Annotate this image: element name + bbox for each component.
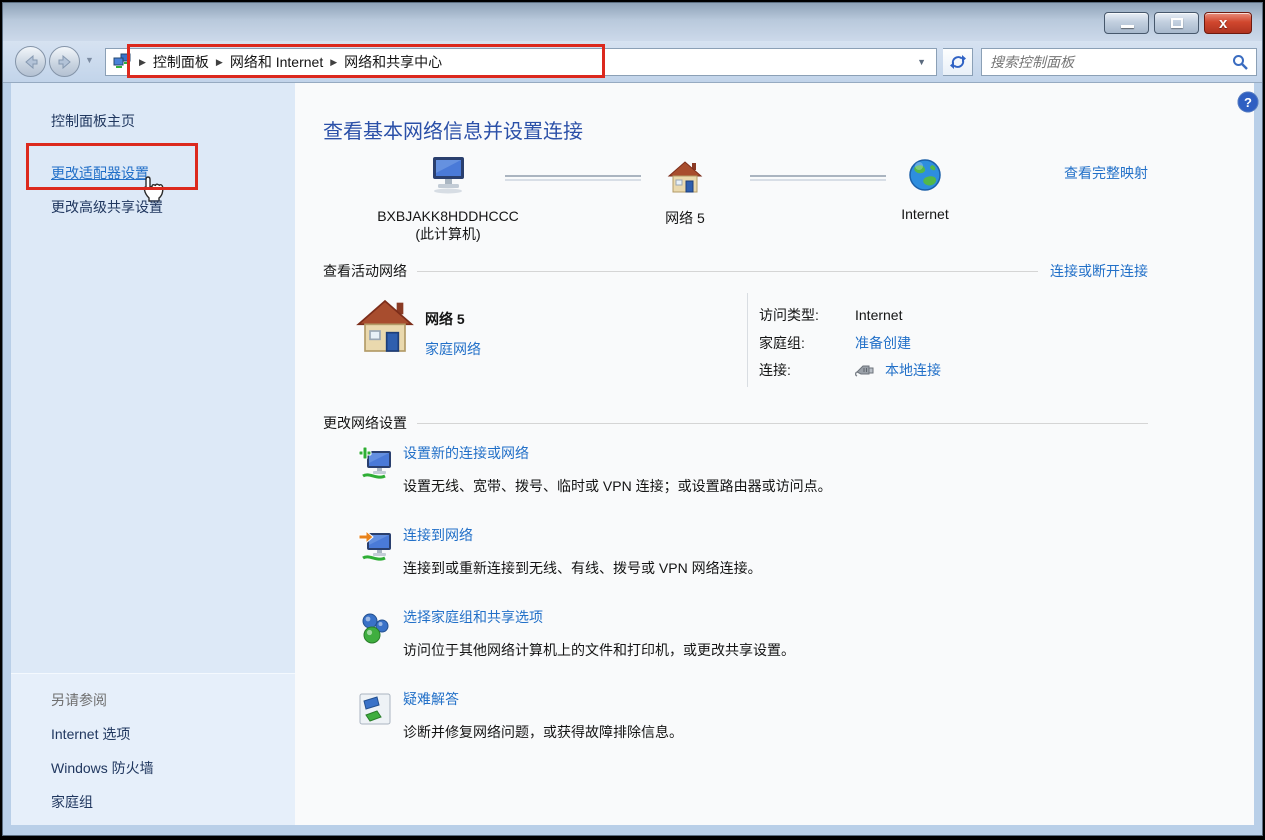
change-settings-caption: 更改网络设置 [323, 413, 407, 433]
sidebar: 控制面板主页 更改适配器设置 更改高级共享设置 另请参阅 Internet 选项… [11, 83, 295, 825]
active-network-icon[interactable] [355, 295, 415, 360]
breadcrumb-root-arrow[interactable]: ▶ [139, 57, 146, 68]
new-connection-icon [357, 443, 395, 496]
map-node-internet[interactable]: Internet [865, 157, 985, 222]
help-icon: ? [1237, 91, 1259, 113]
task-choose-homegroup-sharing[interactable]: 选择家庭组和共享选项 访问位于其他网络计算机上的文件和打印机，或更改共享设置。 [357, 607, 795, 660]
task-connect-to-network[interactable]: 连接到网络 连接到或重新连接到无线、有线、拨号或 VPN 网络连接。 [357, 525, 762, 578]
divider [417, 271, 1038, 272]
address-bar[interactable]: ▶ 控制面板 ▶ 网络和 Internet ▶ 网络和共享中心 ▼ [105, 48, 937, 76]
connections-label: 连接: [759, 360, 847, 380]
active-networks-caption: 查看活动网络 [323, 261, 407, 281]
local-connection-link[interactable]: 本地连接 [885, 360, 941, 380]
view-full-map-link[interactable]: 查看完整映射 [1064, 163, 1148, 183]
see-also-title: 另请参阅 [51, 690, 107, 710]
explorer-window: x ▼ ▶ 控制面板 ▶ 网络和 Internet ▶ [2, 2, 1263, 836]
help-button[interactable]: ? [1237, 91, 1259, 116]
refresh-button[interactable] [943, 48, 973, 76]
task-title-setup-new-connection[interactable]: 设置新的连接或网络 [403, 443, 832, 463]
breadcrumb-network-internet[interactable]: 网络和 Internet [230, 52, 323, 72]
task-desc-connect-to-network: 连接到或重新连接到无线、有线、拨号或 VPN 网络连接。 [403, 558, 762, 578]
close-icon: x [1219, 15, 1227, 32]
change-settings-header: 更改网络设置 [323, 413, 1148, 433]
maximize-button[interactable] [1154, 12, 1199, 34]
network-name-label: 网络 5 [625, 208, 745, 228]
homegroup-ready-link[interactable]: 准备创建 [855, 333, 911, 353]
task-title-troubleshoot[interactable]: 疑难解答 [403, 689, 683, 709]
map-connector-line [505, 175, 641, 181]
task-title-choose-homegroup-sharing[interactable]: 选择家庭组和共享选项 [403, 607, 795, 627]
active-network-category-link[interactable]: 家庭网络 [425, 339, 481, 359]
detail-row-connections: 连接: 本地连接 [759, 360, 941, 380]
svg-text:?: ? [1244, 95, 1252, 110]
sidebar-item-internet-options[interactable]: Internet 选项 [51, 724, 130, 744]
access-type-label: 访问类型: [759, 305, 847, 325]
minimize-icon [1121, 25, 1134, 28]
breadcrumb-network-sharing-center[interactable]: 网络和共享中心 [344, 52, 442, 72]
sidebar-item-control-panel-home[interactable]: 控制面板主页 [51, 111, 135, 131]
map-node-this-computer[interactable]: BXBJAKK8HDDHCCC (此计算机) [353, 155, 543, 244]
refresh-icon [950, 54, 966, 70]
window-controls: x [1099, 12, 1252, 34]
divider [417, 423, 1148, 424]
search-input[interactable] [982, 49, 1232, 75]
magnifier-icon[interactable] [1232, 54, 1256, 70]
breadcrumb-control-panel[interactable]: 控制面板 [153, 52, 209, 72]
navigation-bar: ▼ ▶ 控制面板 ▶ 网络和 Internet ▶ 网络和共享中心 ▼ [3, 41, 1262, 83]
forward-button[interactable] [49, 46, 80, 77]
ethernet-icon [855, 363, 877, 377]
computer-name-label: BXBJAKK8HDDHCCC [353, 208, 543, 224]
back-arrow-icon [22, 53, 40, 71]
divider [747, 293, 748, 387]
sidebar-item-windows-firewall[interactable]: Windows 防火墙 [51, 758, 154, 778]
homegroup-label: 家庭组: [759, 333, 847, 353]
sidebar-item-homegroup[interactable]: 家庭组 [51, 792, 93, 812]
task-title-connect-to-network[interactable]: 连接到网络 [403, 525, 762, 545]
minimize-button[interactable] [1104, 12, 1149, 34]
main-panel: 查看基本网络信息并设置连接 ? BXBJAKK8HDDH [295, 83, 1254, 825]
detail-row-access-type: 访问类型: Internet [759, 305, 902, 325]
screen-edge [0, 836, 1265, 840]
task-desc-troubleshoot: 诊断并修复网络问题，或获得故障排除信息。 [403, 722, 683, 742]
connect-network-icon [357, 525, 395, 578]
active-network-name: 网络 5 [425, 309, 465, 329]
back-button[interactable] [15, 46, 46, 77]
active-networks-header: 查看活动网络 连接或断开连接 [323, 261, 1148, 281]
recent-pages-chevron[interactable]: ▼ [85, 55, 94, 65]
content-area: 控制面板主页 更改适配器设置 更改高级共享设置 另请参阅 Internet 选项… [11, 83, 1254, 825]
maximize-icon [1171, 18, 1183, 28]
close-button[interactable]: x [1204, 12, 1252, 34]
network-location-icon [112, 53, 132, 71]
detail-row-homegroup: 家庭组: 准备创建 [759, 333, 911, 353]
sidebar-item-change-adapter-settings[interactable]: 更改适配器设置 [51, 163, 149, 183]
connect-disconnect-link[interactable]: 连接或断开连接 [1050, 261, 1148, 281]
homegroup-icon [357, 607, 395, 660]
see-also-panel: 另请参阅 Internet 选项 Windows 防火墙 家庭组 [11, 673, 295, 825]
breadcrumb-separator[interactable]: ▶ [216, 57, 223, 68]
house-icon [667, 159, 703, 195]
globe-icon [907, 157, 943, 193]
task-setup-new-connection[interactable]: 设置新的连接或网络 设置无线、宽带、拨号、临时或 VPN 连接；或设置路由器或访… [357, 443, 832, 496]
access-type-value: Internet [855, 307, 902, 323]
computer-icon [426, 155, 470, 195]
troubleshoot-icon [357, 689, 395, 742]
title-bar: x [3, 3, 1262, 41]
sidebar-item-change-advanced-sharing[interactable]: 更改高级共享设置 [51, 197, 163, 217]
search-box [981, 48, 1257, 76]
page-title: 查看基本网络信息并设置连接 [323, 115, 583, 144]
task-desc-choose-homegroup-sharing: 访问位于其他网络计算机上的文件和打印机，或更改共享设置。 [403, 640, 795, 660]
house-icon [355, 295, 415, 357]
task-desc-setup-new-connection: 设置无线、宽带、拨号、临时或 VPN 连接；或设置路由器或访问点。 [403, 476, 832, 496]
internet-label: Internet [865, 206, 985, 222]
forward-arrow-icon [56, 53, 74, 71]
address-dropdown-arrow[interactable]: ▼ [907, 57, 936, 67]
breadcrumb-separator[interactable]: ▶ [330, 57, 337, 68]
map-node-network[interactable]: 网络 5 [625, 159, 745, 228]
computer-sub-label: (此计算机) [353, 224, 543, 244]
task-troubleshoot[interactable]: 疑难解答 诊断并修复网络问题，或获得故障排除信息。 [357, 689, 683, 742]
